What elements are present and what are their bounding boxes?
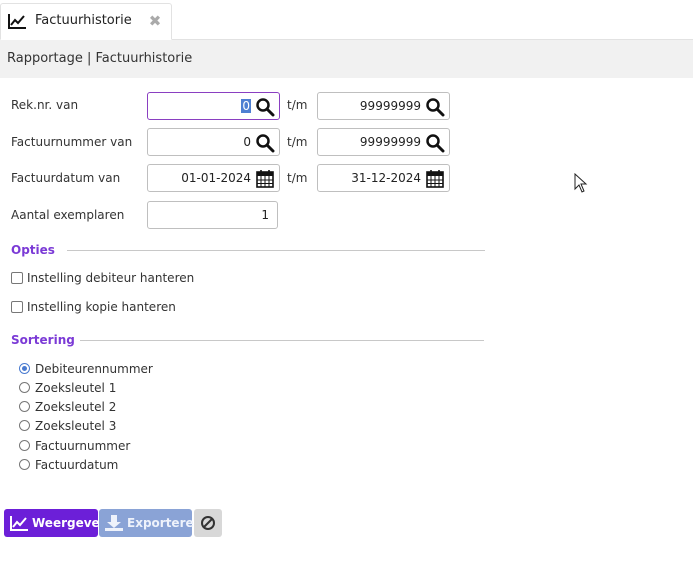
factuurnummer-to-input[interactable]: 99999999 bbox=[317, 128, 450, 156]
radio-label: Zoeksleutel 1 bbox=[35, 381, 117, 395]
calendar-icon[interactable] bbox=[425, 169, 445, 189]
factuurdatum-label: Factuurdatum van bbox=[11, 171, 121, 185]
exemplaren-input[interactable]: 1 bbox=[147, 201, 278, 229]
debiteur-checkbox-label: Instelling debiteur hanteren bbox=[27, 271, 195, 285]
kopie-checkbox[interactable] bbox=[11, 301, 23, 313]
close-icon[interactable]: ✖ bbox=[148, 14, 162, 29]
line-chart-icon bbox=[8, 14, 26, 29]
tab-label: Factuurhistorie bbox=[35, 13, 132, 28]
exporteren-button-label: Exporteren bbox=[127, 516, 203, 530]
rek-from-value: 0 bbox=[241, 99, 251, 113]
sortering-divider bbox=[80, 340, 484, 341]
radio-debiteurennummer[interactable] bbox=[19, 363, 30, 374]
factuurdatum-to-input[interactable]: 31-12-2024 bbox=[317, 164, 450, 192]
rek-to-input[interactable]: 99999999 bbox=[317, 92, 450, 120]
mouse-cursor-icon bbox=[574, 173, 588, 193]
factuurdatum-from-input[interactable]: 01-01-2024 bbox=[147, 164, 280, 192]
radio-zoeksleutel-2[interactable] bbox=[19, 401, 30, 412]
rek-from-input[interactable]: 0 bbox=[147, 92, 280, 120]
rek-to-value: 99999999 bbox=[359, 99, 421, 113]
radio-factuurnummer[interactable] bbox=[19, 440, 30, 451]
opties-title: Opties bbox=[11, 243, 55, 257]
exporteren-button[interactable]: Exporteren bbox=[99, 509, 202, 537]
ban-icon bbox=[201, 516, 215, 530]
sortering-title: Sortering bbox=[11, 333, 75, 347]
search-icon[interactable] bbox=[425, 133, 445, 153]
opties-divider bbox=[67, 250, 485, 251]
radio-factuurdatum[interactable] bbox=[19, 459, 30, 470]
line-chart-icon bbox=[10, 516, 28, 531]
search-icon[interactable] bbox=[255, 133, 275, 153]
search-icon[interactable] bbox=[255, 97, 275, 117]
calendar-icon[interactable] bbox=[255, 169, 275, 189]
search-icon[interactable] bbox=[425, 97, 445, 117]
radio-label: Debiteurennummer bbox=[35, 362, 153, 376]
radio-zoeksleutel-1[interactable] bbox=[19, 382, 30, 393]
factuurdatum-tm-label: t/m bbox=[287, 171, 308, 185]
rek-label: Rek.nr. van bbox=[11, 98, 79, 112]
factuurdatum-from-value: 01-01-2024 bbox=[181, 171, 251, 185]
factuurnummer-from-input[interactable]: 0 bbox=[147, 128, 280, 156]
radio-label: Factuurnummer bbox=[35, 439, 131, 453]
kopie-checkbox-label: Instelling kopie hanteren bbox=[27, 300, 176, 314]
debiteur-checkbox[interactable] bbox=[11, 272, 23, 284]
radio-label: Zoeksleutel 3 bbox=[35, 419, 117, 433]
tab-factuurhistorie[interactable]: Factuurhistorie ✖ bbox=[0, 3, 172, 40]
factuurnummer-label: Factuurnummer van bbox=[11, 135, 133, 149]
radio-zoeksleutel-3[interactable] bbox=[19, 420, 30, 431]
factuurdatum-to-value: 31-12-2024 bbox=[351, 171, 421, 185]
radio-label: Zoeksleutel 2 bbox=[35, 400, 117, 414]
weergeven-button-label: Weergeven bbox=[32, 516, 109, 530]
cancel-button[interactable] bbox=[194, 509, 222, 537]
factuurnummer-to-value: 99999999 bbox=[359, 135, 421, 149]
breadcrumb-text: Rapportage | Factuurhistorie bbox=[7, 51, 193, 66]
rek-tm-label: t/m bbox=[287, 98, 308, 112]
radio-label: Factuurdatum bbox=[35, 458, 119, 472]
factuurnummer-tm-label: t/m bbox=[287, 135, 308, 149]
exemplaren-label: Aantal exemplaren bbox=[11, 208, 125, 222]
breadcrumb: Rapportage | Factuurhistorie bbox=[0, 40, 693, 78]
weergeven-button[interactable]: Weergeven bbox=[4, 509, 108, 537]
tab-bar: Factuurhistorie ✖ bbox=[0, 0, 693, 40]
download-icon bbox=[105, 515, 123, 531]
factuurnummer-from-value: 0 bbox=[243, 135, 251, 149]
exemplaren-value: 1 bbox=[261, 208, 269, 222]
